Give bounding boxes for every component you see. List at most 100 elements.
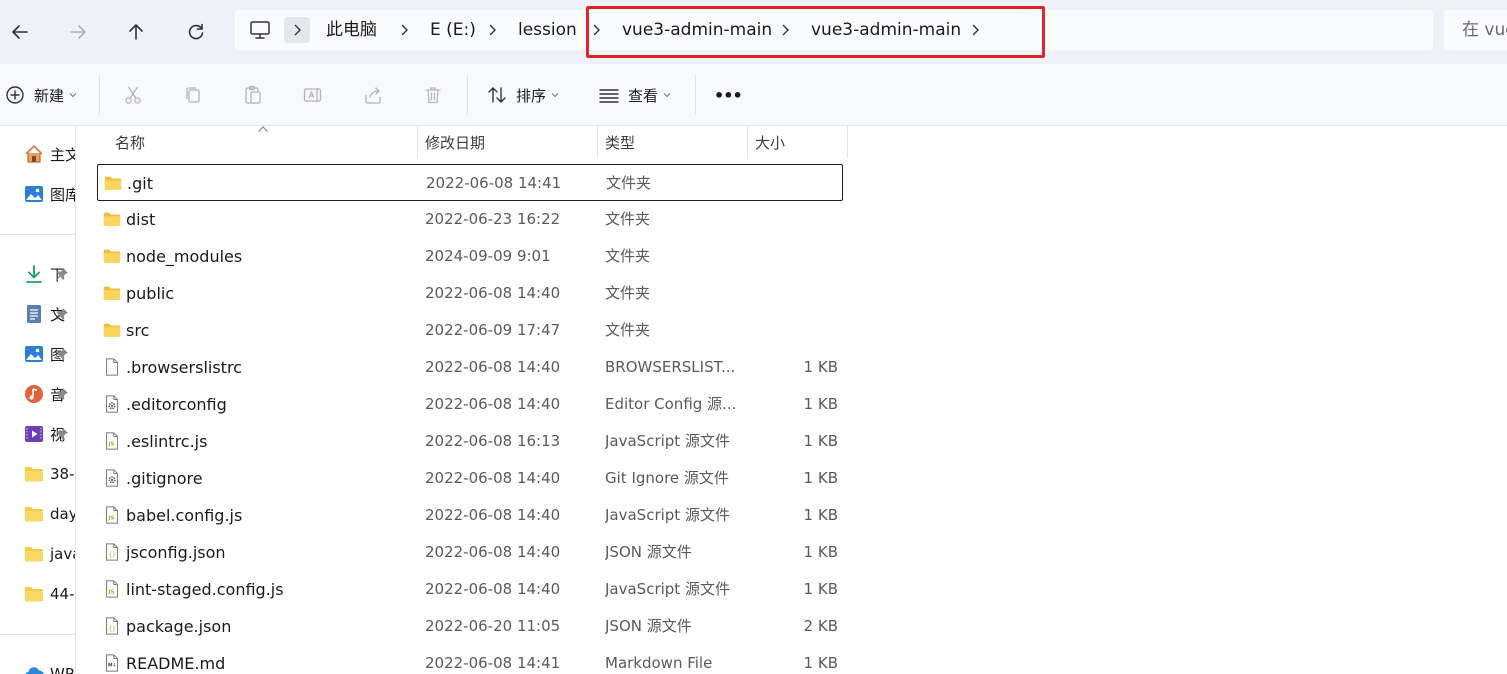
up-button[interactable] [116,12,156,52]
breadcrumb-drive-e[interactable]: E (E:) [430,10,476,50]
view-button-label: 查看 [628,86,659,105]
forward-button[interactable] [58,12,98,52]
sort-button-label: 排序 [516,86,547,105]
file-type: JavaScript 源文件 [605,580,730,598]
nav-item-home[interactable]: 主文 [22,141,75,167]
file-name: .gitignore [126,469,203,488]
file-size [737,201,838,238]
column-divider[interactable] [847,126,848,158]
toolbar-divider [695,75,696,115]
svg-text:JS: JS [108,516,115,522]
nav-item-folder-java[interactable]: java [22,541,75,567]
file-row[interactable]: .git 2022-06-08 14:41 文件夹 [97,164,843,201]
file-date: 2022-06-23 16:22 [425,210,561,228]
nav-item-folder-day[interactable]: day [22,501,75,527]
gallery-icon [22,182,46,206]
rename-button[interactable] [302,80,324,110]
document-icon [22,302,46,326]
file-row[interactable]: {} jsconfig.json 2022-06-08 14:40 JSON 源文件 1… [97,534,843,571]
paste-button[interactable] [242,80,264,110]
file-name: package.json [126,617,232,636]
file-row[interactable]: src 2022-06-09 17:47 文件夹 [97,312,843,349]
file-row[interactable]: JS lint-staged.config.js 2022-06-08 14:40 J… [97,571,843,608]
arrow-left-icon [12,25,28,39]
file-row[interactable]: public 2022-06-08 14:40 文件夹 [97,275,843,312]
column-divider[interactable] [747,126,748,158]
breadcrumb-lession[interactable]: lession [518,10,577,50]
file-type: 文件夹 [605,210,651,228]
chevron-down-icon [663,93,671,98]
arrow-up-icon [129,24,143,40]
nav-divider [0,634,75,635]
breadcrumb-chevron[interactable] [484,10,500,50]
js-file-icon: JS [106,506,118,524]
file-type: JavaScript 源文件 [605,432,730,450]
file-row[interactable]: JS babel.config.js 2022-06-08 14:40 JavaScr… [97,497,843,534]
new-button[interactable]: 新建 [4,80,77,110]
copy-button[interactable] [182,80,204,110]
breadcrumb-root-chevron[interactable] [284,17,310,43]
file-row[interactable]: M↓ README.md 2022-06-08 14:41 Markdown File… [97,645,843,674]
file-date: 2022-06-08 14:40 [425,358,561,376]
nav-item-label: 44- [50,585,75,603]
file-date: 2022-06-08 14:40 [425,506,561,524]
share-button[interactable] [362,80,384,110]
chevron-down-icon [69,93,77,98]
file-date: 2022-06-08 14:40 [425,543,561,561]
delete-button[interactable] [422,80,444,110]
back-button[interactable] [0,12,40,52]
file-size: 1 KB [803,543,838,561]
file-date: 2024-09-09 9:01 [425,247,551,265]
chevron-right-icon [401,24,408,36]
breadcrumb-this-pc[interactable]: 此电脑 [326,10,377,50]
file-date: 2022-06-08 14:40 [425,284,561,302]
file-row[interactable]: .browserslistrc 2022-06-08 14:40 BROWSERSL… [97,349,843,386]
column-header-type[interactable]: 类型 [605,127,635,159]
file-name: public [126,284,175,303]
sort-button[interactable]: 排序 [486,80,559,110]
file-name: node_modules [126,247,243,266]
column-header-size[interactable]: 大小 [755,127,785,159]
chevron-right-icon [489,24,496,36]
file-row[interactable]: .gitignore 2022-06-08 14:40 Git Ignore 源文件… [97,460,843,497]
cut-button[interactable] [122,80,144,110]
list-view-icon [599,89,619,103]
breadcrumb-chevron[interactable] [396,10,412,50]
file-row[interactable]: .editorconfig 2022-06-08 14:40 Editor Conf… [97,386,843,423]
search-input[interactable]: 在 vue3-admin-main 中搜索 [1444,10,1507,50]
pin-icon [56,308,69,320]
file-size [737,312,838,349]
rename-icon [303,88,322,102]
chevron-down-icon [551,93,559,98]
trash-icon [425,87,441,104]
file-size: 1 KB [803,432,838,450]
nav-item-folder-44[interactable]: 44- [22,581,75,607]
column-header-date[interactable]: 修改日期 [425,127,485,159]
file-date: 2022-06-08 14:41 [425,654,561,672]
file-name: src [126,321,150,340]
file-list: 名称 修改日期 类型 大小 .git 2022-06-08 14:41 文件夹 dis… [76,126,1507,674]
refresh-button[interactable] [176,12,216,52]
file-row[interactable]: {} package.json 2022-06-20 11:05 JSON 源文件 2 … [97,608,843,645]
column-divider[interactable] [597,126,598,158]
nav-item-cloud[interactable]: WP [22,661,74,674]
file-row[interactable]: JS .eslintrc.js 2022-06-08 16:13 JavaScript… [97,423,843,460]
column-divider[interactable] [417,126,418,158]
sort-icon [488,87,506,103]
file-type: Editor Config 源... [605,395,737,413]
file-row[interactable]: node_modules 2024-09-09 9:01 文件夹 [97,238,843,275]
file-size [738,165,839,202]
more-options-button[interactable]: ••• [714,80,743,110]
column-header-name[interactable]: 名称 [115,127,145,159]
folder-icon [104,176,122,190]
js-file-icon: JS [106,432,118,450]
file-size: 1 KB [803,580,838,598]
download-icon [22,262,46,286]
file-type: BROWSERSLIST... [605,358,736,376]
folder-icon [22,502,46,526]
file-row[interactable]: dist 2022-06-23 16:22 文件夹 [97,201,843,238]
nav-item-gallery[interactable]: 图库 [22,181,75,207]
nav-item-folder-38[interactable]: 38- [22,461,75,487]
more-options-icon: ••• [714,85,743,105]
view-button[interactable]: 查看 [598,80,671,110]
